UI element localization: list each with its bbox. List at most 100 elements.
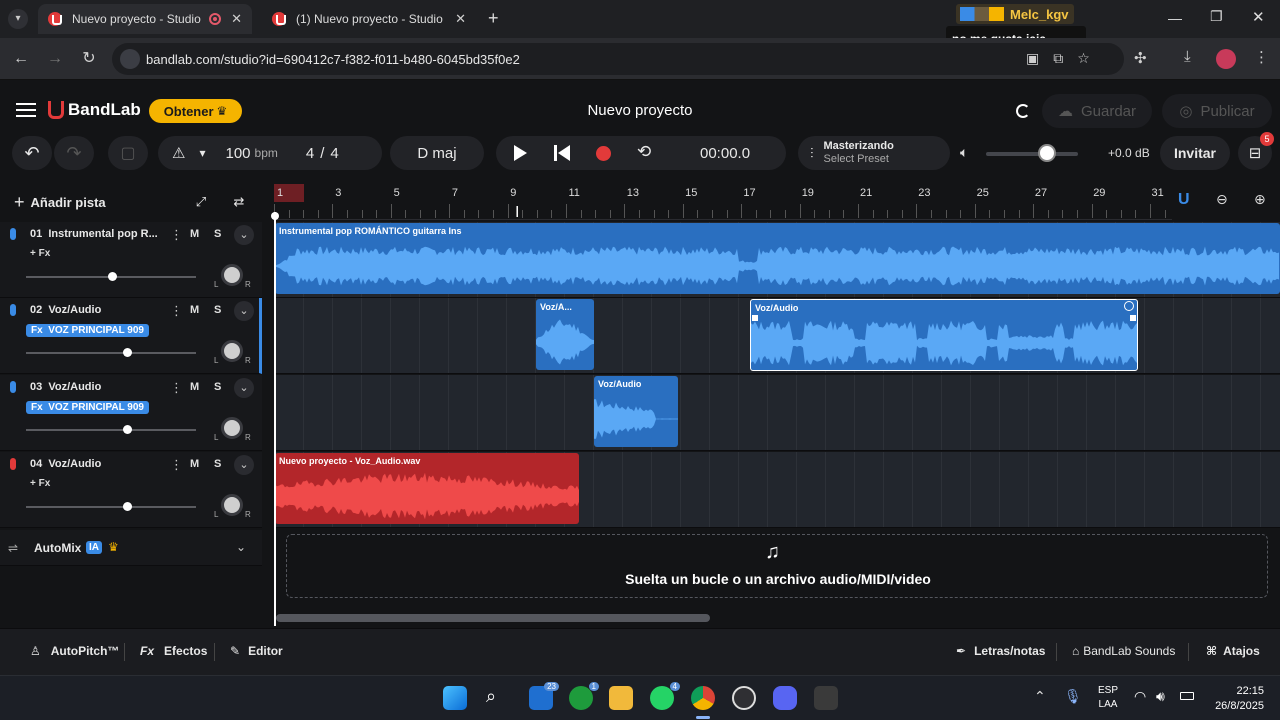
master-volume-track[interactable] [986, 152, 1078, 156]
back-arrow-icon[interactable]: ← [10, 48, 32, 70]
project-title[interactable]: Nuevo proyecto [560, 102, 720, 119]
download-icon[interactable]: ⤓ [1184, 48, 1191, 65]
redo-button[interactable]: ↷ [54, 136, 94, 170]
track-chevron-icon[interactable]: ⌄ [234, 455, 254, 475]
browser-menu-icon[interactable]: ⋮ [1254, 48, 1269, 66]
publicar-button[interactable]: ◎ Publicar [1162, 94, 1272, 128]
record-icon[interactable] [596, 146, 611, 161]
gift-button[interactable]: ⊟ 5 [1238, 132, 1274, 170]
close-window-button[interactable]: ✕ [1252, 8, 1265, 26]
fx-button[interactable]: + Fx [30, 248, 50, 259]
track-menu-icon[interactable]: ⋮ [170, 227, 183, 243]
file-explorer-icon[interactable] [609, 686, 633, 710]
new-tab-button[interactable]: + [488, 8, 499, 29]
clock[interactable]: 22:15 26/8/2025 [1208, 684, 1264, 714]
solo-button[interactable]: S [214, 381, 221, 393]
whatsapp-icon[interactable]: 4 [650, 682, 680, 710]
track-lane-3[interactable] [274, 375, 1280, 451]
track-chevron-icon[interactable]: ⌄ [234, 301, 254, 321]
minimize-button[interactable]: — [1168, 10, 1182, 26]
track-volume-thumb[interactable] [122, 425, 132, 434]
no-images-icon[interactable]: ▣ [1026, 50, 1039, 68]
metronome-chevron-icon[interactable]: ▾ [199, 146, 205, 160]
timeline-ruler[interactable]: 1 3 5 7 9 11 13 15 17 19 21 23 25 27 29 31 [274, 184, 1172, 220]
drop-zone[interactable]: ♫ Suelta un bucle o un archivo audio/MID… [286, 534, 1268, 598]
track-name[interactable]: 04 Voz/Audio [30, 458, 101, 470]
tools-button[interactable]: ▢ [108, 136, 148, 170]
microphone-icon[interactable]: 🎙︎ [1064, 688, 1082, 705]
fx-button[interactable]: + Fx [30, 478, 50, 489]
mute-button[interactable]: M [190, 381, 199, 393]
zoom-out-icon[interactable]: ⊖ [1216, 191, 1228, 208]
audio-clip-voz-a[interactable]: Voz/A... [536, 299, 594, 370]
windows-start-icon[interactable] [443, 686, 467, 710]
mixer-button[interactable]: ⇄ [224, 188, 254, 216]
track-name[interactable]: 02 Voz/Audio [30, 304, 101, 316]
fx-button[interactable]: Fx VOZ PRINCIPAL 909 [26, 324, 149, 337]
restore-button[interactable]: ❐ [1210, 8, 1223, 25]
track-chevron-icon[interactable]: ⌄ [234, 378, 254, 398]
microphone-icon[interactable] [10, 304, 16, 316]
install-app-icon[interactable]: ⧉ [1053, 50, 1063, 68]
letras-button[interactable]: ✒ Letras/notas [956, 644, 1045, 658]
zoom-in-icon[interactable]: ⊕ [1254, 191, 1266, 208]
efectos-button[interactable]: Fx Efectos [140, 644, 207, 658]
speaker-icon[interactable]: 🔈︎ [960, 144, 968, 161]
outlook-icon[interactable]: 23 [529, 682, 559, 710]
tab-search-button[interactable]: ▾ [8, 9, 28, 29]
pan-knob[interactable] [221, 264, 243, 286]
track-volume-track[interactable] [26, 506, 196, 508]
chrome-icon[interactable] [691, 686, 715, 710]
microphone-icon[interactable] [10, 458, 16, 470]
obs-icon[interactable] [732, 686, 756, 710]
track-volume-thumb[interactable] [108, 272, 118, 281]
pan-knob[interactable] [221, 340, 243, 362]
key-button[interactable]: D maj [390, 136, 484, 170]
autopitch-button[interactable]: ♙ AutoPitch™ [30, 644, 119, 658]
automix-row[interactable]: ⇌ AutoMix IA ♛ ⌄ [0, 530, 262, 566]
automix-chevron-icon[interactable]: ⌄ [236, 540, 246, 554]
hamburger-menu-icon[interactable] [16, 103, 36, 117]
automation-button[interactable]: ⤢ [186, 188, 216, 216]
wifi-icon[interactable]: ◠ [1134, 688, 1146, 705]
master-volume-thumb[interactable] [1038, 144, 1056, 162]
undo-button[interactable]: ↶ [12, 136, 52, 170]
audio-clip-voz-selected[interactable]: Voz/Audio [750, 299, 1138, 371]
mastering-button[interactable]: ⫶ Masterizando Select Preset [798, 136, 950, 170]
forward-arrow-icon[interactable]: → [44, 48, 66, 70]
extension-icons[interactable]: ▣ ⧉ ☆ [1026, 50, 1110, 68]
audio-clip-recording[interactable]: Nuevo proyecto - Voz_Audio.wav [275, 453, 579, 524]
track-volume-thumb[interactable] [122, 502, 132, 511]
mute-button[interactable]: M [190, 458, 199, 470]
audio-clip-instrumental[interactable]: Instrumental pop ROMÁNTICO guitarra Ins [275, 223, 1280, 294]
track-name[interactable]: 01 Instrumental pop R... [30, 228, 158, 240]
bpm-value[interactable]: 100 [225, 145, 250, 162]
xbox-icon[interactable]: 1 [569, 682, 599, 710]
reload-icon[interactable]: ↻ [78, 48, 100, 70]
browser-tab-active[interactable]: Nuevo proyecto - Studio ✕ [38, 4, 252, 34]
track-header-4[interactable]: 04 Voz/Audio ⋮ M S ⌄ + Fx L R [0, 452, 262, 528]
track-volume-track[interactable] [26, 352, 196, 354]
mute-button[interactable]: M [190, 304, 199, 316]
rewind-icon[interactable] [554, 145, 557, 161]
track-volume-thumb[interactable] [122, 348, 132, 357]
terminal-icon[interactable] [814, 686, 838, 710]
track-header-1[interactable]: 01 Instrumental pop R... ⋮ M S ⌄ + Fx L R [0, 222, 262, 298]
snap-magnet-icon[interactable]: U [1178, 191, 1190, 209]
browser-tab[interactable]: (1) Nuevo proyecto - Studio ✕ [262, 4, 476, 34]
invitar-button[interactable]: Invitar [1160, 136, 1230, 170]
track-menu-icon[interactable]: ⋮ [170, 303, 183, 319]
track-header-3[interactable]: 03 Voz/Audio ⋮ M S ⌄ Fx VOZ PRINCIPAL 909 L R [0, 375, 262, 451]
bandlab-logo[interactable]: BandLab [48, 100, 141, 120]
microphone-icon[interactable] [10, 228, 16, 240]
clip-loop-icon[interactable] [1124, 301, 1134, 311]
atajos-button[interactable]: ⌘ Atajos [1206, 644, 1260, 658]
solo-button[interactable]: S [214, 458, 221, 470]
time-signature-den[interactable]: 4 [330, 145, 338, 162]
address-bar[interactable]: bandlab.com/studio?id=690412c7-f382-f011… [112, 43, 1124, 75]
add-track-button[interactable]: + Añadir pista [14, 188, 124, 216]
solo-button[interactable]: S [214, 228, 221, 240]
audio-clip-voz-3[interactable]: Voz/Audio [594, 376, 678, 447]
track-volume-track[interactable] [26, 429, 196, 431]
battery-icon[interactable] [1180, 692, 1194, 700]
